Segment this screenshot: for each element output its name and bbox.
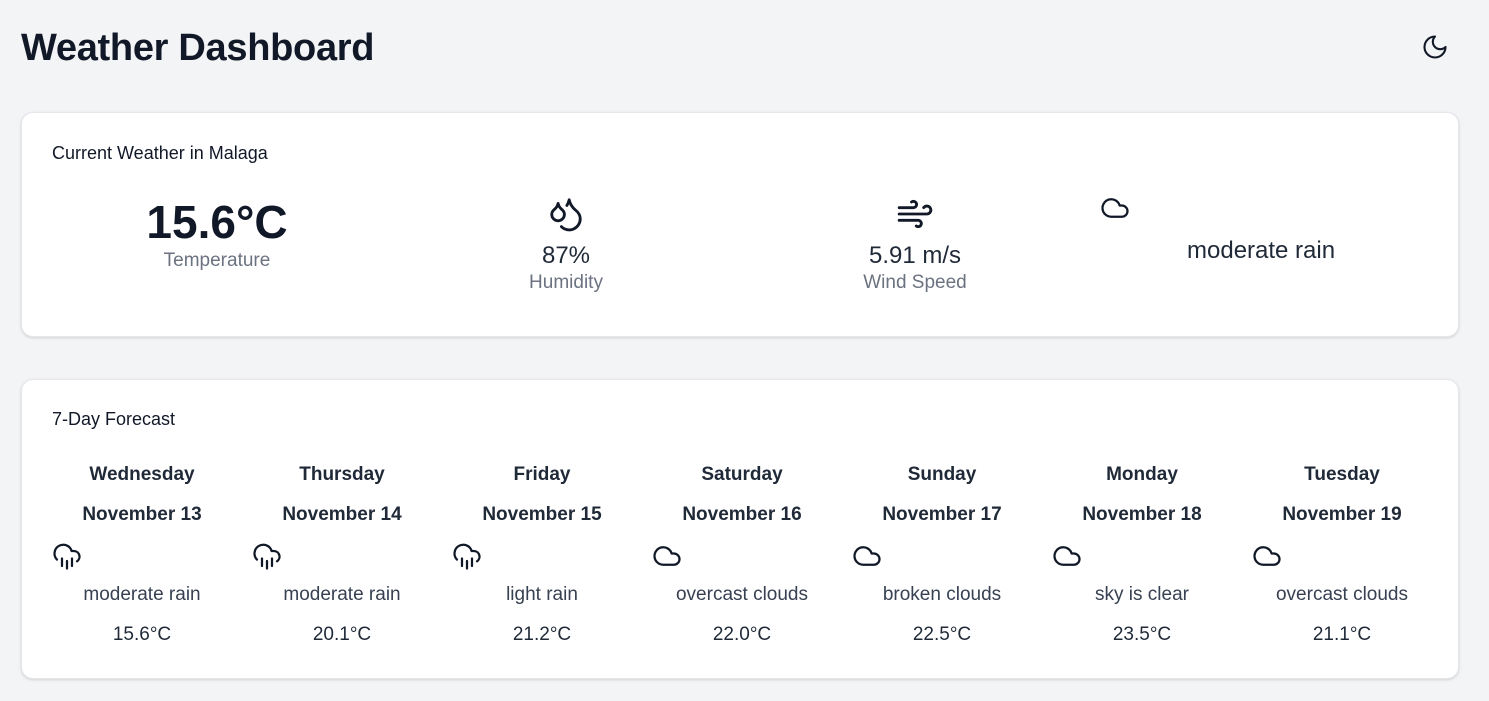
forecast-day-date: November 15: [482, 504, 602, 525]
weather-dashboard: Weather Dashboard Current Weather in Mal…: [0, 0, 1489, 701]
forecast-day-name: Wednesday: [89, 464, 195, 485]
cloud-icon: [1252, 541, 1282, 571]
cloud-rain-icon: [52, 541, 82, 571]
wind-value: 5.91 m/s: [868, 242, 962, 269]
forecast-day-description: overcast clouds: [1275, 584, 1408, 605]
forecast-day-temp: 22.0°C: [712, 624, 772, 645]
current-weather-card: Current Weather in Malaga 15.6°C Tempera…: [21, 112, 1459, 337]
forecast-day: Wednesday November 13 moderate rain 15.6°C: [52, 460, 252, 660]
forecast-title: 7-Day Forecast: [52, 409, 176, 429]
forecast-day-date: November 19: [1282, 504, 1402, 525]
forecast-day-date: November 14: [282, 504, 402, 525]
forecast-day-name: Tuesday: [1304, 464, 1380, 485]
droplets-icon: [547, 195, 585, 233]
forecast-day: Tuesday November 19 overcast clouds 21.1°C: [1252, 460, 1452, 660]
forecast-day-date: November 17: [882, 504, 1002, 525]
temperature-value: 15.6°C: [146, 196, 288, 248]
wind-label: Wind Speed: [863, 272, 967, 293]
cloud-icon: [1100, 193, 1130, 223]
cloud-icon: [1052, 541, 1082, 571]
humidity-metric: 87% Humidity: [466, 195, 666, 295]
forecast-day-description: moderate rain: [283, 584, 401, 605]
wind-icon: [896, 195, 934, 233]
forecast-day-description: light rain: [506, 584, 578, 605]
forecast-day: Sunday November 17 broken clouds 22.5°C: [852, 460, 1052, 660]
cloud-icon: [652, 541, 682, 571]
temperature-metric: 15.6°C Temperature: [117, 195, 317, 273]
forecast-day-date: November 16: [682, 504, 802, 525]
temperature-label: Temperature: [163, 250, 271, 271]
humidity-value: 87%: [541, 242, 591, 269]
current-weather-title: Current Weather in Malaga: [52, 143, 268, 163]
forecast-day-description: overcast clouds: [675, 584, 808, 605]
forecast-day-name: Sunday: [907, 464, 977, 485]
moon-icon: [1421, 33, 1449, 61]
forecast-card: 7-Day Forecast Wednesday November 13 moder…: [21, 379, 1459, 679]
forecast-day-name: Saturday: [701, 464, 783, 485]
forecast-day-temp: 20.1°C: [312, 624, 372, 645]
forecast-day-name: Friday: [513, 464, 571, 485]
humidity-label: Humidity: [529, 272, 603, 293]
theme-toggle-button[interactable]: [1416, 29, 1454, 65]
cloud-icon: [852, 541, 882, 571]
forecast-day-name: Monday: [1106, 464, 1178, 485]
forecast-day: Monday November 18 sky is clear 23.5°C: [1052, 460, 1252, 660]
forecast-day: Thursday November 14 moderate rain 20.1°C: [252, 460, 452, 660]
forecast-day-date: November 13: [82, 504, 202, 525]
forecast-day-date: November 18: [1082, 504, 1202, 525]
forecast-day: Friday November 15 light rain 21.2°C: [452, 460, 652, 660]
forecast-day-name: Thursday: [299, 464, 385, 485]
cloud-rain-icon: [252, 541, 282, 571]
forecast-day-temp: 22.5°C: [912, 624, 972, 645]
cloud-rain-icon: [452, 541, 482, 571]
forecast-day: Saturday November 16 overcast clouds 22.0°C: [652, 460, 852, 660]
forecast-day-temp: 15.6°C: [112, 624, 172, 645]
current-condition: moderate rain: [1187, 237, 1336, 264]
forecast-day-temp: 21.2°C: [512, 624, 572, 645]
forecast-day-description: moderate rain: [83, 584, 201, 605]
forecast-day-description: sky is clear: [1095, 584, 1189, 605]
forecast-day-temp: 21.1°C: [1312, 624, 1372, 645]
forecast-day-description: broken clouds: [882, 584, 1002, 605]
forecast-day-temp: 23.5°C: [1112, 624, 1172, 645]
wind-metric: 5.91 m/s Wind Speed: [815, 195, 1015, 295]
page-title: Weather Dashboard: [21, 27, 375, 69]
